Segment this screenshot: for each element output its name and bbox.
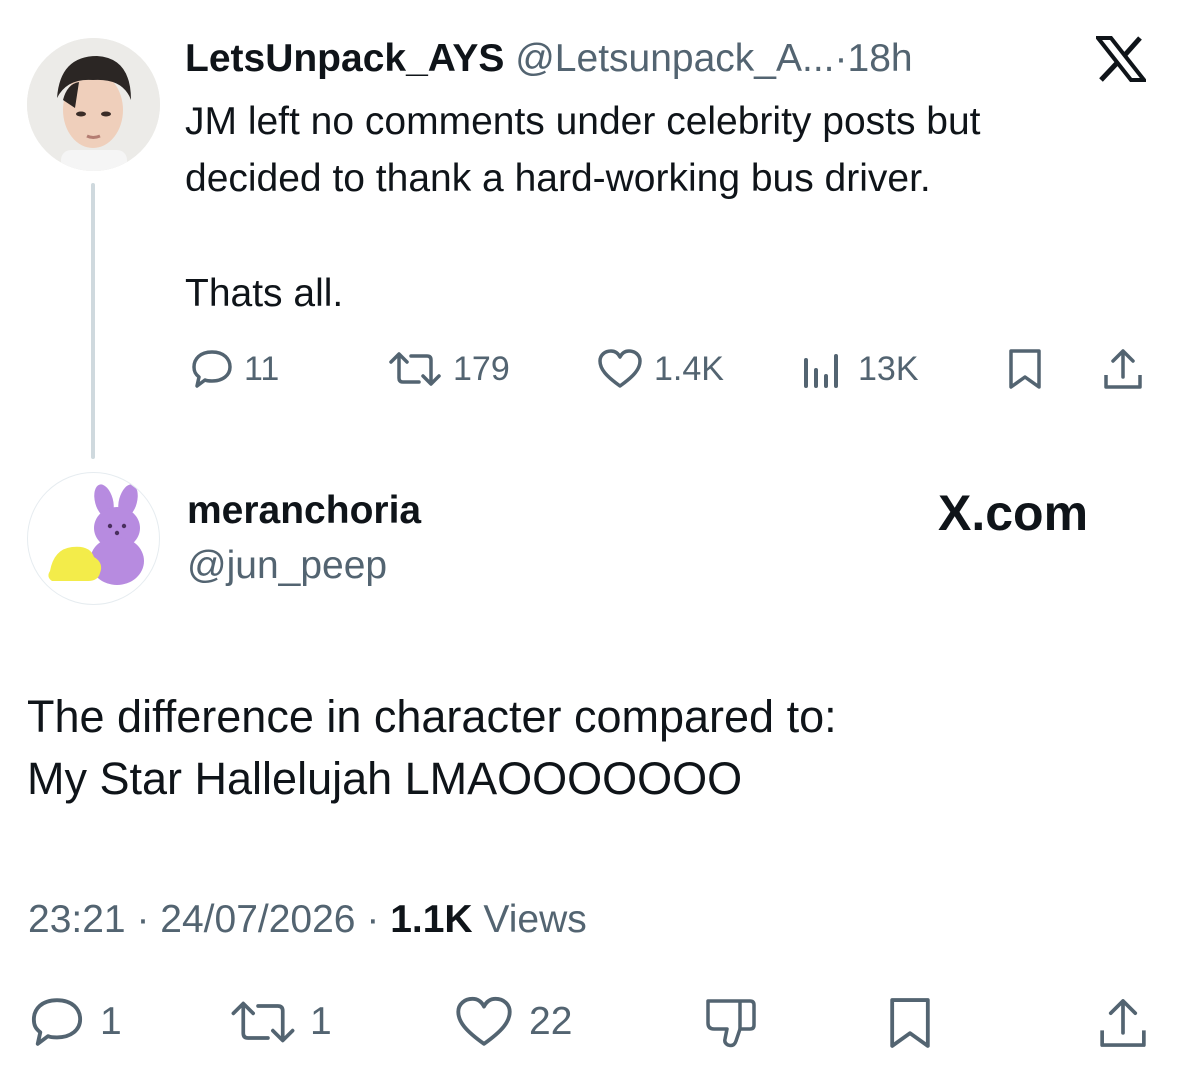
post-text-line: JM left no comments under celebrity post… bbox=[185, 100, 981, 143]
avatar-letsunpack[interactable] bbox=[27, 38, 160, 171]
x-com-brand: X.com bbox=[938, 485, 1089, 541]
quoted-post-text: JM left no comments under celebrity post… bbox=[185, 93, 981, 322]
post-time[interactable]: 23:21 bbox=[28, 898, 126, 941]
repost-icon bbox=[231, 1001, 295, 1043]
repost-button[interactable]: 179 bbox=[385, 348, 510, 390]
heart-icon bbox=[598, 349, 642, 388]
post-text-line: decided to thank a hard-working bus driv… bbox=[185, 157, 931, 200]
post-meta: 23:21 · 24/07/2026 · 1.1K Views bbox=[28, 897, 587, 943]
bookmark-icon[interactable] bbox=[1005, 347, 1045, 396]
repost-button[interactable]: 1 bbox=[226, 995, 332, 1049]
quoted-post-header: LetsUnpack_AYS @Letsunpack_A...·18h bbox=[185, 36, 913, 82]
separator-dot: · bbox=[136, 898, 150, 941]
reply-button[interactable]: 11 bbox=[190, 348, 279, 390]
reply-button[interactable]: 1 bbox=[28, 995, 122, 1049]
handle[interactable]: @jun_peep bbox=[187, 543, 387, 589]
views-count: 1.1K bbox=[390, 898, 473, 941]
person-avatar-icon bbox=[27, 38, 160, 171]
post-text-line: The difference in character compared to: bbox=[27, 691, 837, 742]
reply-icon bbox=[192, 350, 232, 388]
post-text-line: Thats all. bbox=[185, 272, 344, 315]
share-icon[interactable] bbox=[1096, 995, 1150, 1056]
views-label: Views bbox=[483, 898, 587, 941]
reply-count: 11 bbox=[244, 349, 280, 388]
peeps-avatar-icon bbox=[48, 484, 144, 585]
thread-line bbox=[91, 183, 95, 459]
views-count: 13K bbox=[858, 349, 919, 388]
analytics-icon bbox=[804, 354, 838, 388]
repost-count: 1 bbox=[310, 1000, 332, 1043]
heart-icon bbox=[456, 996, 512, 1046]
like-count: 22 bbox=[529, 1000, 573, 1043]
separator-dot: · bbox=[366, 898, 380, 941]
views-button[interactable]: 13K bbox=[800, 348, 919, 390]
post-text-line: My Star Hallelujah LMAOOOOOOO bbox=[27, 753, 743, 804]
display-name[interactable]: meranchoria bbox=[187, 488, 421, 534]
dislike-icon[interactable] bbox=[702, 995, 760, 1056]
like-button[interactable]: 22 bbox=[453, 995, 572, 1049]
reply-icon bbox=[31, 998, 83, 1046]
reply-count: 1 bbox=[100, 1000, 122, 1043]
repost-count: 179 bbox=[453, 349, 510, 388]
avatar-meranchoria[interactable] bbox=[27, 472, 160, 605]
like-button[interactable]: 1.4K bbox=[596, 348, 724, 390]
main-post-text: The difference in character compared to:… bbox=[27, 686, 837, 810]
bookmark-icon[interactable] bbox=[884, 995, 936, 1056]
repost-icon bbox=[389, 352, 441, 386]
post-time[interactable]: 18h bbox=[848, 37, 913, 80]
post-date[interactable]: 24/07/2026 bbox=[160, 898, 355, 941]
separator-dot: · bbox=[834, 37, 848, 80]
display-name[interactable]: LetsUnpack_AYS bbox=[185, 37, 504, 80]
x-logo-icon bbox=[1093, 36, 1149, 87]
share-icon[interactable] bbox=[1101, 347, 1145, 396]
like-count: 1.4K bbox=[654, 349, 724, 388]
handle[interactable]: @Letsunpack_A... bbox=[515, 37, 834, 80]
